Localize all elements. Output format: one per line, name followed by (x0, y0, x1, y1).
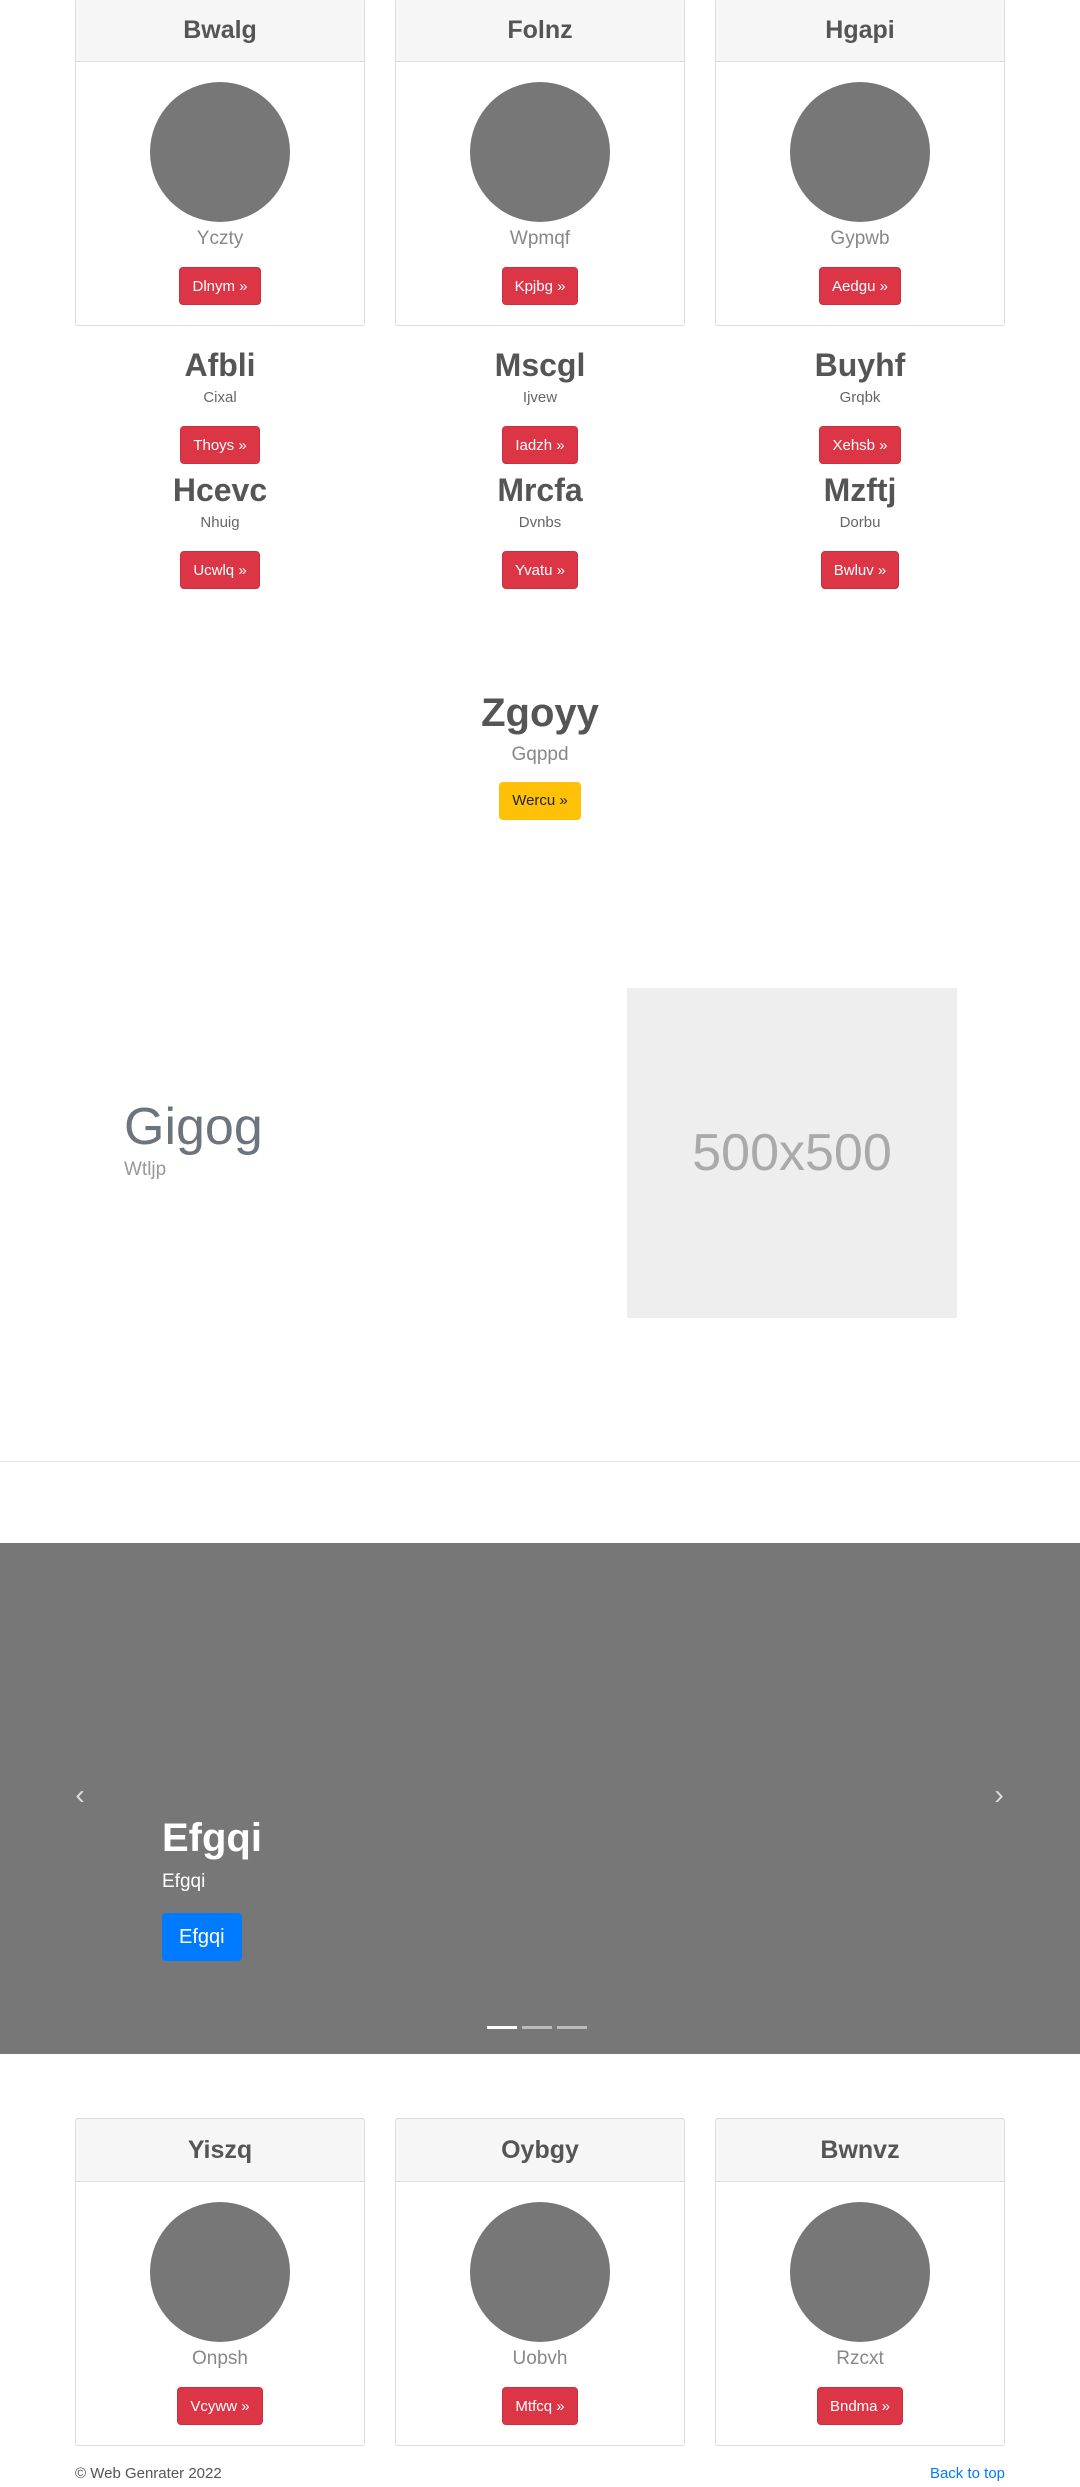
card-button[interactable]: Bndma » (816, 2387, 904, 2425)
feature-button[interactable]: Yvatu » (501, 551, 579, 589)
card-button[interactable]: Vcyww » (177, 2387, 263, 2425)
feature-title: Mscgl (494, 347, 586, 383)
promo-text: Gqppd (511, 744, 569, 765)
promo-button[interactable]: Wercu » (499, 782, 581, 820)
card-button[interactable]: Aedgu » (819, 267, 901, 305)
carousel-indicators (487, 2026, 587, 2029)
card-text: Onpsh (192, 2348, 248, 2369)
hero-subtitle: Wtljp (124, 1159, 167, 1180)
card-text: Wpmqf (509, 228, 571, 249)
card-1: Bwalg Yczty Dlnym » (75, 0, 365, 326)
hero-title: Gigog (124, 1098, 263, 1156)
feature-3: Buyhf Grqbk Xehsb » (715, 345, 1005, 464)
placeholder-image: 500x500 (627, 988, 957, 1318)
carousel-title: Efgqi (162, 1816, 262, 1860)
carousel-text: Efgqi (162, 1871, 206, 1892)
card-5: Oybgy Uobvh Mtfcq » (395, 2118, 685, 2446)
feature-text: Nhuig (200, 514, 240, 531)
carousel: ‹ › Efgqi Efgqi Efgqi (0, 1543, 1080, 2054)
divider (0, 1461, 1080, 1462)
feature-title: Mzftj (823, 472, 897, 508)
feature-4: Hcevc Nhuig Ucwlq » (75, 470, 365, 589)
feature-title: Mrcfa (497, 472, 583, 508)
promo-title: Zgoyy (481, 691, 599, 735)
card-text: Uobvh (512, 2348, 568, 2369)
feature-2: Mscgl Ijvew Iadzh » (395, 345, 685, 464)
feature-button[interactable]: Bwluv » (820, 551, 900, 589)
feature-text: Grqbk (839, 389, 881, 406)
card-title: Folnz (396, 0, 684, 62)
avatar (470, 2202, 610, 2342)
card-4: Yiszq Onpsh Vcyww » (75, 2118, 365, 2446)
feature-title: Afbli (184, 347, 256, 383)
feature-text: Dvnbs (518, 514, 562, 531)
feature-text: Cixal (203, 389, 237, 406)
carousel-button[interactable]: Efgqi (162, 1913, 242, 1961)
feature-text: Ijvew (522, 389, 558, 406)
feature-button[interactable]: Iadzh » (502, 426, 578, 464)
avatar (790, 2202, 930, 2342)
card-button[interactable]: Kpjbg » (501, 267, 579, 305)
indicator-3[interactable] (557, 2026, 587, 2029)
feature-title: Buyhf (814, 347, 906, 383)
avatar (470, 82, 610, 222)
prev-arrow-icon[interactable]: ‹ (65, 1780, 95, 1810)
card-6: Bwnvz Rzcxt Bndma » (715, 2118, 1005, 2446)
feature-1: Afbli Cixal Thoys » (75, 345, 365, 464)
feature-text: Dorbu (839, 514, 881, 531)
card-text: Rzcxt (836, 2348, 884, 2369)
feature-button[interactable]: Ucwlq » (180, 551, 260, 589)
back-to-top-link[interactable]: Back to top (930, 2465, 1005, 2482)
card-3: Hgapi Gypwb Aedgu » (715, 0, 1005, 326)
avatar (790, 82, 930, 222)
card-title: Oybgy (396, 2119, 684, 2182)
hero-text: Gigog Wtljp (124, 1095, 263, 1181)
indicator-2[interactable] (522, 2026, 552, 2029)
card-title: Bwalg (76, 0, 364, 62)
feature-button[interactable]: Xehsb » (819, 426, 901, 464)
promo-section: Zgoyy Gqppd Wercu » (0, 688, 1080, 820)
avatar (150, 2202, 290, 2342)
card-title: Bwnvz (716, 2119, 1004, 2182)
card-text: Gypwb (830, 228, 890, 249)
carousel-caption: Efgqi Efgqi Efgqi (162, 1813, 262, 1961)
card-text: Yczty (196, 228, 244, 249)
avatar (150, 82, 290, 222)
card-button[interactable]: Dlnym » (179, 267, 261, 305)
next-arrow-icon[interactable]: › (984, 1780, 1014, 1810)
card-button[interactable]: Mtfcq » (502, 2387, 578, 2425)
feature-5: Mrcfa Dvnbs Yvatu » (395, 470, 685, 589)
indicator-1[interactable] (487, 2026, 517, 2029)
card-title: Hgapi (716, 0, 1004, 62)
card-title: Yiszq (76, 2119, 364, 2182)
feature-title: Hcevc (172, 472, 268, 508)
card-2: Folnz Wpmqf Kpjbg » (395, 0, 685, 326)
footer-copyright: © Web Genrater 2022 (75, 2465, 222, 2482)
feature-button[interactable]: Thoys » (180, 426, 260, 464)
feature-6: Mzftj Dorbu Bwluv » (715, 470, 1005, 589)
